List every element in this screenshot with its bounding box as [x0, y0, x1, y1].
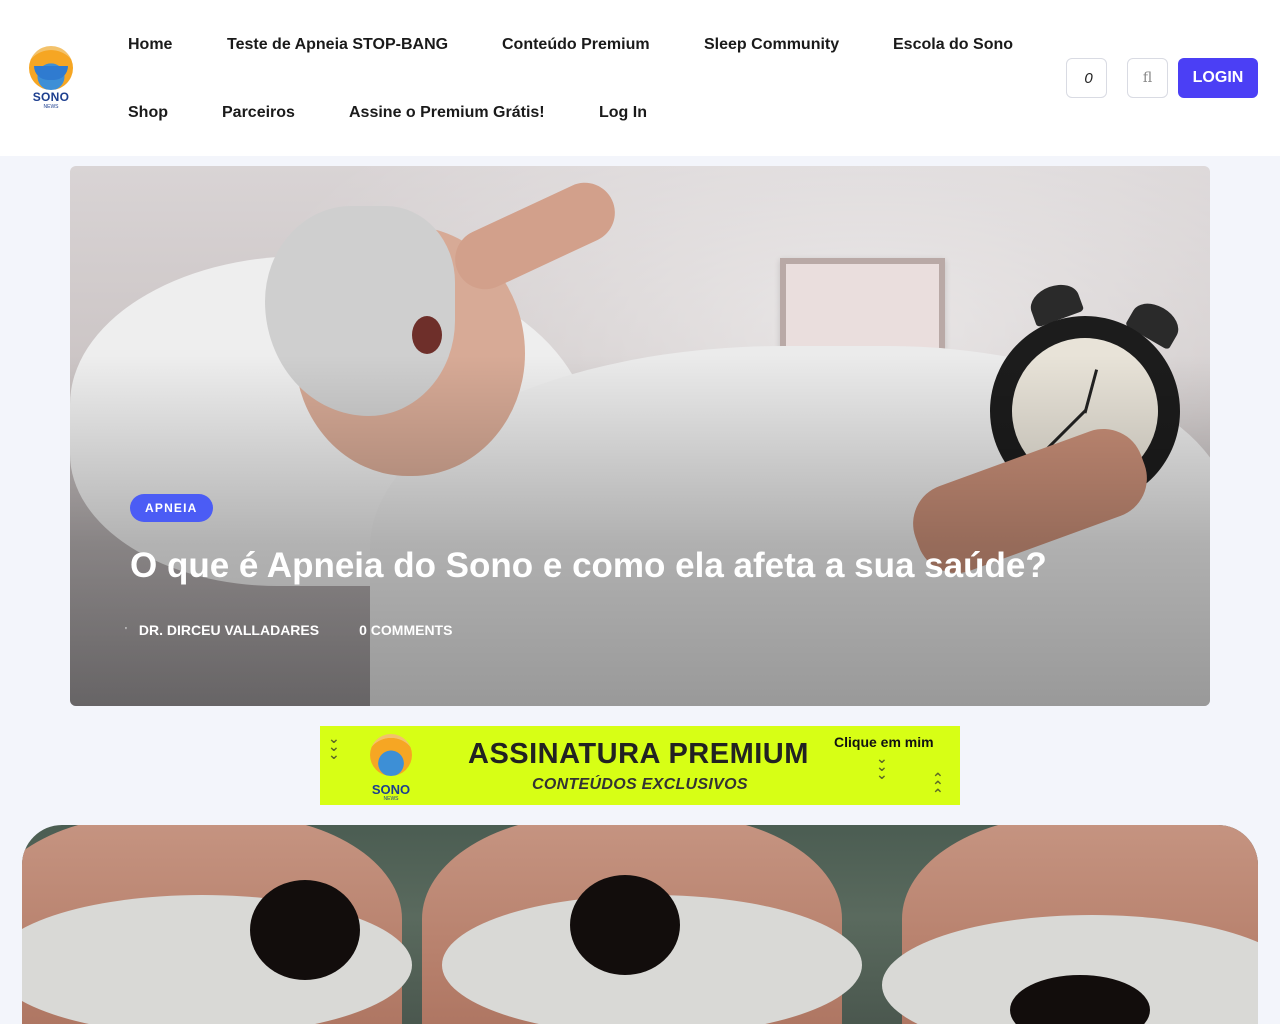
category-badge[interactable]: APNEIA: [130, 494, 213, 522]
banner-subtitle: CONTEÚDOS EXCLUSIVOS: [532, 776, 748, 793]
author-icon: ': [125, 625, 127, 635]
post-meta: ' DR. DIRCEU VALLADARES 0 COMMENTS: [125, 622, 452, 638]
banner-cta[interactable]: Clique em mim: [834, 734, 934, 750]
chevron-up-icon: ⌃ ⌃ ⌃: [932, 770, 944, 802]
chevron-down-icon: ⌄ ⌄ ⌄: [876, 750, 888, 782]
nav-item-assine-premium[interactable]: Assine o Premium Grátis!: [349, 104, 545, 122]
post-author[interactable]: DR. DIRCEU VALLADARES: [139, 622, 319, 638]
cart-button[interactable]: 0: [1066, 58, 1107, 98]
banner-logo: SONO NEWS: [366, 734, 416, 802]
nav-item-shop[interactable]: Shop: [128, 104, 168, 122]
banner-logo-emblem: [370, 734, 412, 776]
banner-logo-subtext: NEWS: [383, 796, 399, 802]
site-logo[interactable]: SONO NEWS: [24, 44, 78, 110]
article-image-snoring-men[interactable]: [22, 825, 1258, 1024]
banner-logo-text: SONO: [371, 782, 411, 797]
logo-subtext: NEWS: [43, 104, 59, 110]
premium-banner[interactable]: ⌄ ⌄ ⌄ SONO NEWS ASSINATURA PREMIUM CONTEÚD…: [320, 726, 960, 805]
chevron-down-icon: ⌄ ⌄ ⌄: [328, 730, 340, 762]
image-mouth-left: [250, 880, 360, 980]
banner-title: ASSINATURA PREMIUM: [468, 738, 809, 770]
nav-item-teste-apneia[interactable]: Teste de Apneia STOP-BANG: [227, 36, 448, 54]
nav-item-home[interactable]: Home: [128, 36, 172, 54]
logo-text: SONO: [32, 90, 70, 104]
featured-post[interactable]: APNEIA O que é Apneia do Sono e como ela…: [70, 166, 1210, 706]
search-icon: fl: [1142, 70, 1153, 86]
post-comments[interactable]: 0 COMMENTS: [359, 622, 452, 638]
site-header: SONO NEWS Home Teste de Apneia STOP-BANG…: [0, 0, 1280, 156]
nav-item-escola-do-sono[interactable]: Escola do Sono: [893, 36, 1013, 54]
search-button[interactable]: fl: [1127, 58, 1168, 98]
image-mouth-center: [570, 875, 680, 975]
cart-count: 0: [1084, 69, 1093, 87]
nav-item-log-in[interactable]: Log In: [599, 104, 647, 122]
nav-item-conteudo-premium[interactable]: Conteúdo Premium: [502, 36, 650, 54]
login-button[interactable]: LOGIN: [1178, 58, 1258, 98]
nav-item-parceiros[interactable]: Parceiros: [222, 104, 295, 122]
nav-item-sleep-community[interactable]: Sleep Community: [704, 36, 839, 54]
post-title[interactable]: O que é Apneia do Sono e como ela afeta …: [130, 546, 1170, 586]
